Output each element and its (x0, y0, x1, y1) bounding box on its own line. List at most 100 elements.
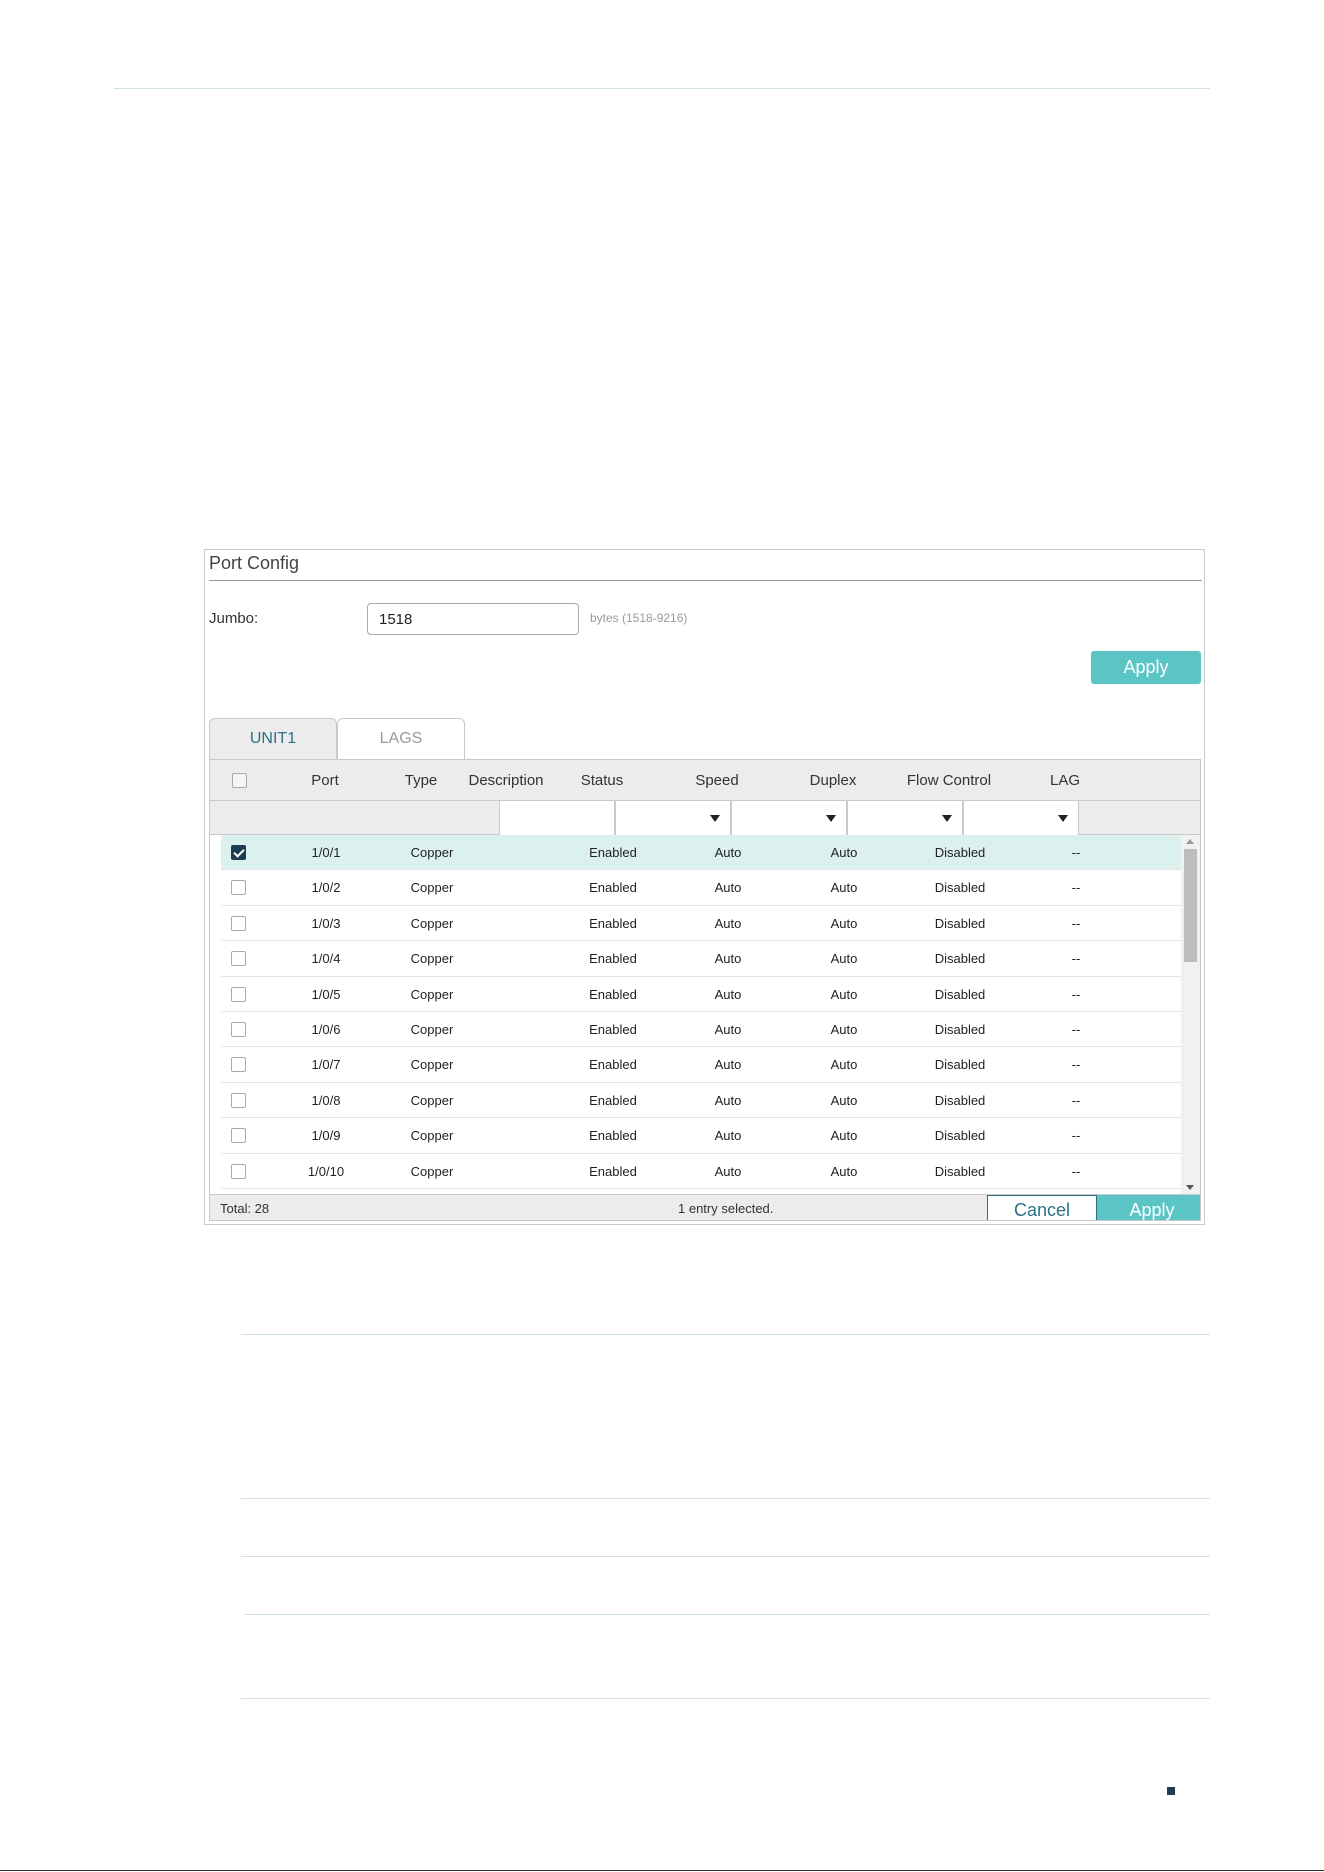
total-count: Total: 28 (220, 1201, 270, 1216)
caret-down-icon (710, 815, 720, 822)
flow-control-cell: Disabled (934, 880, 986, 896)
column-header-duplex[interactable]: Duplex (775, 760, 891, 801)
port-cell: 1/0/4 (311, 951, 341, 967)
port-cell: 1/0/7 (311, 1057, 341, 1073)
lag-cell: -- (1071, 915, 1081, 931)
scrollbar-thumb[interactable] (1184, 849, 1197, 962)
status-cell: Enabled (589, 986, 637, 1002)
row-checkbox[interactable] (231, 1128, 246, 1144)
lag-cell: -- (1071, 986, 1081, 1002)
jumbo-input[interactable] (367, 603, 579, 635)
cancel-button[interactable]: Cancel (987, 1195, 1097, 1220)
status-cell: Enabled (589, 845, 637, 860)
port-config-panel: Port Config Jumbo: bytes (1518-9216) App… (204, 549, 1205, 1225)
speed-filter-select[interactable] (731, 801, 847, 835)
table-row[interactable]: 1/0/9 Copper Enabled Auto Auto Disabled -- (221, 1118, 1181, 1154)
table-footer: Total: 28 1 entry selected. Cancel Apply (210, 1194, 1200, 1220)
row-checkbox[interactable] (231, 1021, 246, 1037)
lag-cell: -- (1071, 1163, 1081, 1179)
row-checkbox[interactable] (231, 880, 246, 896)
speed-cell: Auto (714, 845, 742, 860)
lag-cell: -- (1071, 1057, 1081, 1073)
duplex-cell: Auto (830, 986, 858, 1002)
table-scrollbar[interactable] (1181, 835, 1200, 1194)
duplex-filter-select[interactable] (847, 801, 963, 835)
table-row[interactable]: 1/0/4 Copper Enabled Auto Auto Disabled -- (221, 941, 1181, 977)
divider-rule (241, 1698, 1210, 1699)
scroll-down-icon[interactable] (1186, 1185, 1194, 1190)
description-filter-input[interactable] (499, 801, 615, 835)
divider-rule (241, 1556, 1210, 1557)
caret-down-icon (942, 815, 952, 822)
status-filter-select[interactable] (615, 801, 731, 835)
table-row[interactable]: 1/0/8 Copper Enabled Auto Auto Disabled -- (221, 1083, 1181, 1119)
jumbo-apply-button[interactable]: Apply (1091, 651, 1201, 684)
column-header-flow-control[interactable]: Flow Control (891, 760, 1007, 801)
table-row[interactable]: 1/0/3 Copper Enabled Auto Auto Disabled -- (221, 906, 1181, 942)
jumbo-range-hint: bytes (1518-9216) (590, 611, 688, 625)
speed-cell: Auto (714, 986, 742, 1002)
flow-control-cell: Disabled (934, 1021, 986, 1037)
flow-control-filter-select[interactable] (963, 801, 1079, 835)
divider-rule (241, 1498, 1210, 1499)
table-row[interactable]: 1/0/7 Copper Enabled Auto Auto Disabled -- (221, 1047, 1181, 1083)
divider-rule (244, 1614, 1210, 1615)
column-header-speed[interactable]: Speed (659, 760, 775, 801)
flow-control-cell: Disabled (934, 986, 986, 1002)
row-checkbox[interactable] (231, 951, 246, 967)
flow-control-cell: Disabled (934, 1057, 986, 1073)
scroll-up-icon[interactable] (1186, 839, 1194, 844)
status-cell: Enabled (589, 880, 637, 896)
lag-cell: -- (1071, 1021, 1081, 1037)
table-row[interactable]: 1/0/5 Copper Enabled Auto Auto Disabled -- (221, 977, 1181, 1012)
row-checkbox[interactable] (231, 1163, 246, 1179)
port-cell: 1/0/3 (311, 915, 341, 931)
row-checkbox[interactable] (231, 915, 246, 931)
status-cell: Enabled (589, 1057, 637, 1073)
table-row[interactable]: 1/0/6 Copper Enabled Auto Auto Disabled -- (221, 1012, 1181, 1048)
table-row[interactable]: 1/0/1 Copper Enabled Auto Auto Disabled -- (221, 835, 1181, 871)
lag-cell: -- (1071, 951, 1081, 967)
speed-cell: Auto (714, 880, 742, 896)
panel-title: Port Config (209, 553, 300, 573)
port-cell: 1/0/6 (311, 1021, 341, 1037)
duplex-cell: Auto (830, 1057, 858, 1073)
bottom-line (0, 1870, 1324, 1871)
speed-cell: Auto (714, 951, 742, 967)
duplex-cell: Auto (830, 845, 858, 860)
divider-rule (241, 1334, 1210, 1335)
table-row[interactable]: 1/0/2 Copper Enabled Auto Auto Disabled -- (221, 870, 1181, 906)
column-header-lag[interactable]: LAG (1007, 760, 1123, 801)
row-checkbox[interactable] (231, 1092, 246, 1108)
select-all-checkbox[interactable] (232, 773, 247, 788)
duplex-cell: Auto (830, 1163, 858, 1179)
tab-unit1[interactable]: UNIT1 (209, 718, 337, 760)
port-cell: 1/0/2 (311, 880, 341, 896)
selection-info: 1 entry selected. (678, 1201, 774, 1216)
tab-lags[interactable]: LAGS (337, 718, 465, 759)
status-cell: Enabled (589, 1092, 637, 1108)
column-header-status[interactable]: Status (544, 760, 660, 801)
row-checkbox[interactable] (231, 1057, 246, 1073)
port-cell: 1/0/8 (311, 1092, 341, 1108)
page-marker (1167, 1787, 1175, 1795)
caret-down-icon (1058, 815, 1068, 822)
flow-control-cell: Disabled (934, 845, 986, 860)
duplex-cell: Auto (830, 951, 858, 967)
row-checkbox[interactable] (231, 986, 246, 1002)
status-cell: Enabled (589, 915, 637, 931)
duplex-cell: Auto (830, 1021, 858, 1037)
top-rule (114, 88, 1210, 89)
speed-cell: Auto (714, 1092, 742, 1108)
row-checkbox-checked[interactable] (231, 845, 246, 860)
table-row[interactable]: 1/0/10 Copper Enabled Auto Auto Disabled -- (221, 1154, 1181, 1189)
caret-down-icon (826, 815, 836, 822)
port-table: Port Type Description Status Speed Duple… (209, 759, 1201, 1221)
lag-cell: -- (1071, 1128, 1081, 1144)
title-divider (209, 580, 1202, 581)
flow-control-cell: Disabled (934, 1128, 986, 1144)
port-cell: 1/0/5 (311, 986, 341, 1002)
table-apply-button[interactable]: Apply (1097, 1195, 1200, 1220)
table-header: Port Type Description Status Speed Duple… (210, 760, 1200, 801)
port-cell: 1/0/1 (311, 845, 341, 860)
